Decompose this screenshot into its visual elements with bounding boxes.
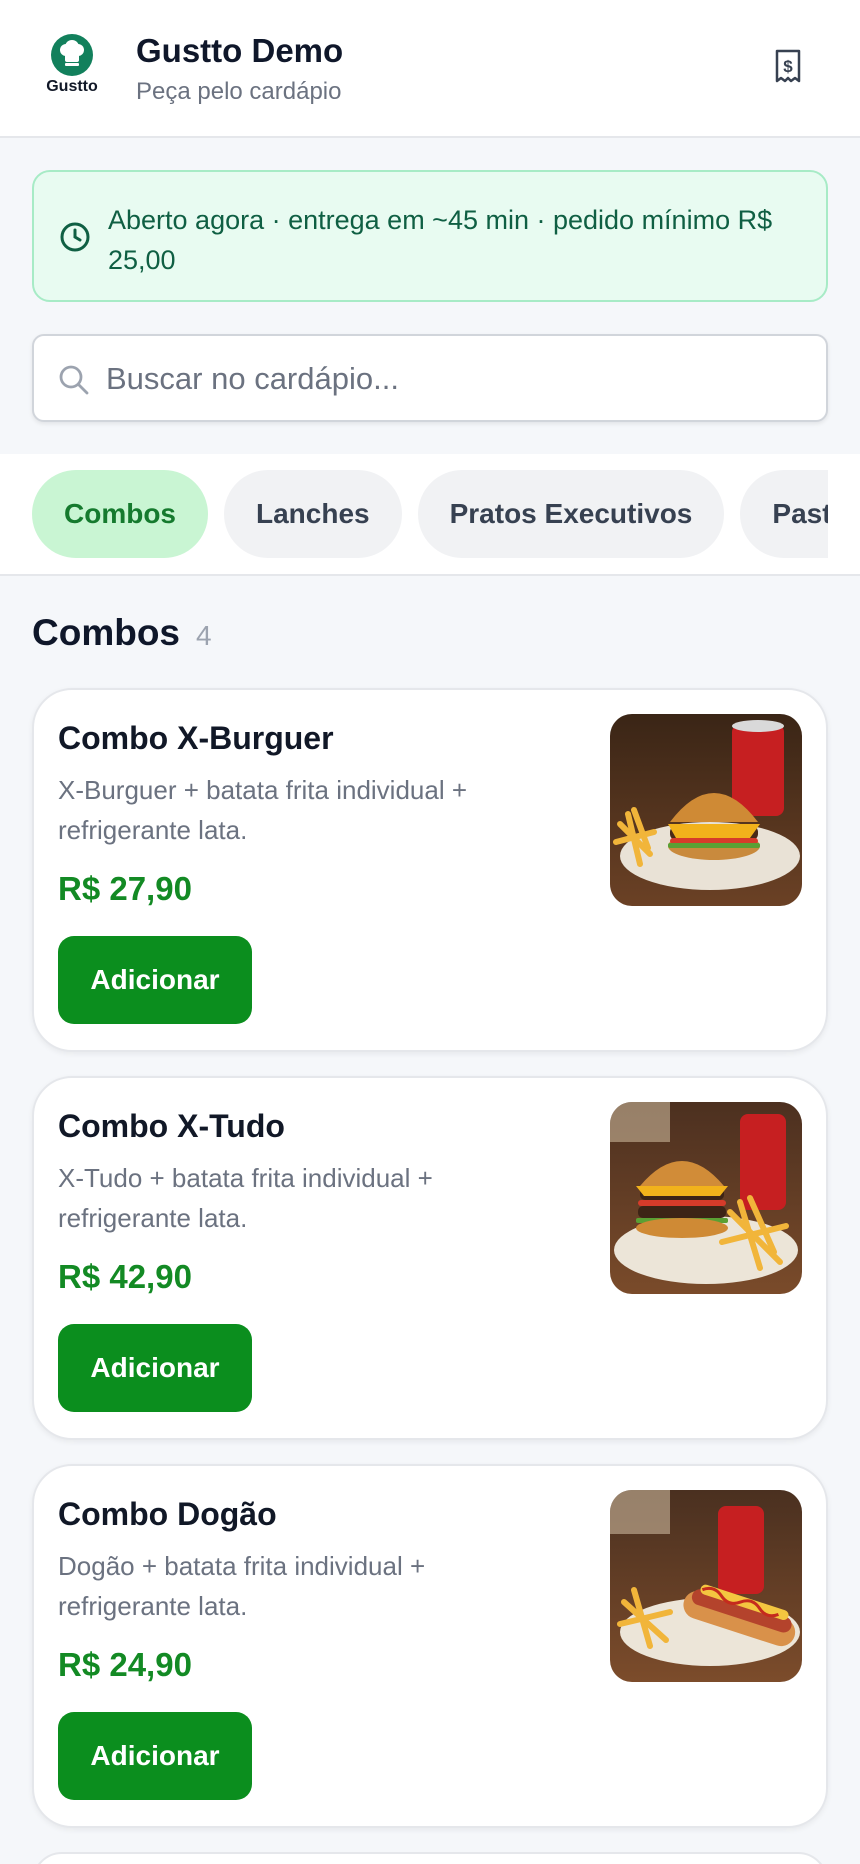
item-description: X-Burguer + batata frita individual + re…	[58, 775, 468, 845]
store-name: Gustto Demo	[136, 32, 344, 69]
section-title: Combos	[32, 612, 180, 653]
item-name: Combo Dogão	[58, 1496, 277, 1532]
menu-item-card: Combo X-Tudo X-Tudo + batata frita indiv…	[32, 1076, 828, 1440]
category-chip-pasteis[interactable]: Pastéis	[740, 470, 828, 558]
section-header: Combos 4	[32, 612, 212, 654]
store-status-banner: Aberto agora · entrega em ~45 min · pedi…	[32, 170, 828, 302]
menu-item-card: Combo X-Burguer X-Burguer + batata frita…	[32, 688, 828, 1052]
store-status-text: Aberto agora · entrega em ~45 min · pedi…	[108, 205, 773, 275]
add-to-cart-button[interactable]: Adicionar	[58, 936, 252, 1024]
xtudo-combo-photo	[610, 1102, 802, 1294]
search-bar	[32, 334, 828, 422]
item-price: R$ 24,90	[58, 1646, 192, 1683]
hotdog-combo-photo	[610, 1490, 802, 1682]
category-tabs: Combos Lanches Pratos Executivos Pastéis	[0, 454, 860, 576]
search-icon	[59, 365, 89, 395]
item-price: R$ 27,90	[58, 870, 192, 907]
item-name: Combo X-Burguer	[58, 720, 334, 756]
add-to-cart-button[interactable]: Adicionar	[58, 1324, 252, 1412]
category-chip-combos[interactable]: Combos	[32, 470, 208, 558]
item-description: Dogão + batata frita individual + refrig…	[58, 1551, 426, 1621]
logo-text: Gustto	[46, 78, 98, 95]
item-price: R$ 42,90	[58, 1258, 192, 1295]
item-description: X-Tudo + batata frita individual + refri…	[58, 1163, 433, 1233]
app-header: Gustto Gustto Demo Peça pelo cardápio $	[0, 0, 860, 138]
menu-item-card	[32, 1852, 828, 1864]
chef-hat-icon	[51, 34, 93, 76]
category-chip-pratos-executivos[interactable]: Pratos Executivos	[417, 470, 725, 558]
orders-button[interactable]: $	[766, 44, 810, 88]
store-logo: Gustto	[38, 34, 106, 102]
burger-combo-photo	[610, 714, 802, 906]
category-chip-lanches[interactable]: Lanches	[224, 470, 402, 558]
clock-icon	[60, 222, 90, 252]
svg-text:$: $	[783, 57, 793, 76]
search-input[interactable]	[106, 350, 806, 408]
category-scroll[interactable]: Combos Lanches Pratos Executivos Pastéis	[32, 470, 828, 560]
add-to-cart-button[interactable]: Adicionar	[58, 1712, 252, 1800]
store-subtitle: Peça pelo cardápio	[136, 78, 342, 105]
receipt-icon: $	[775, 49, 801, 83]
section-count: 4	[196, 620, 212, 651]
menu-item-card: Combo Dogão Dogão + batata frita individ…	[32, 1464, 828, 1828]
item-name: Combo X-Tudo	[58, 1108, 285, 1144]
